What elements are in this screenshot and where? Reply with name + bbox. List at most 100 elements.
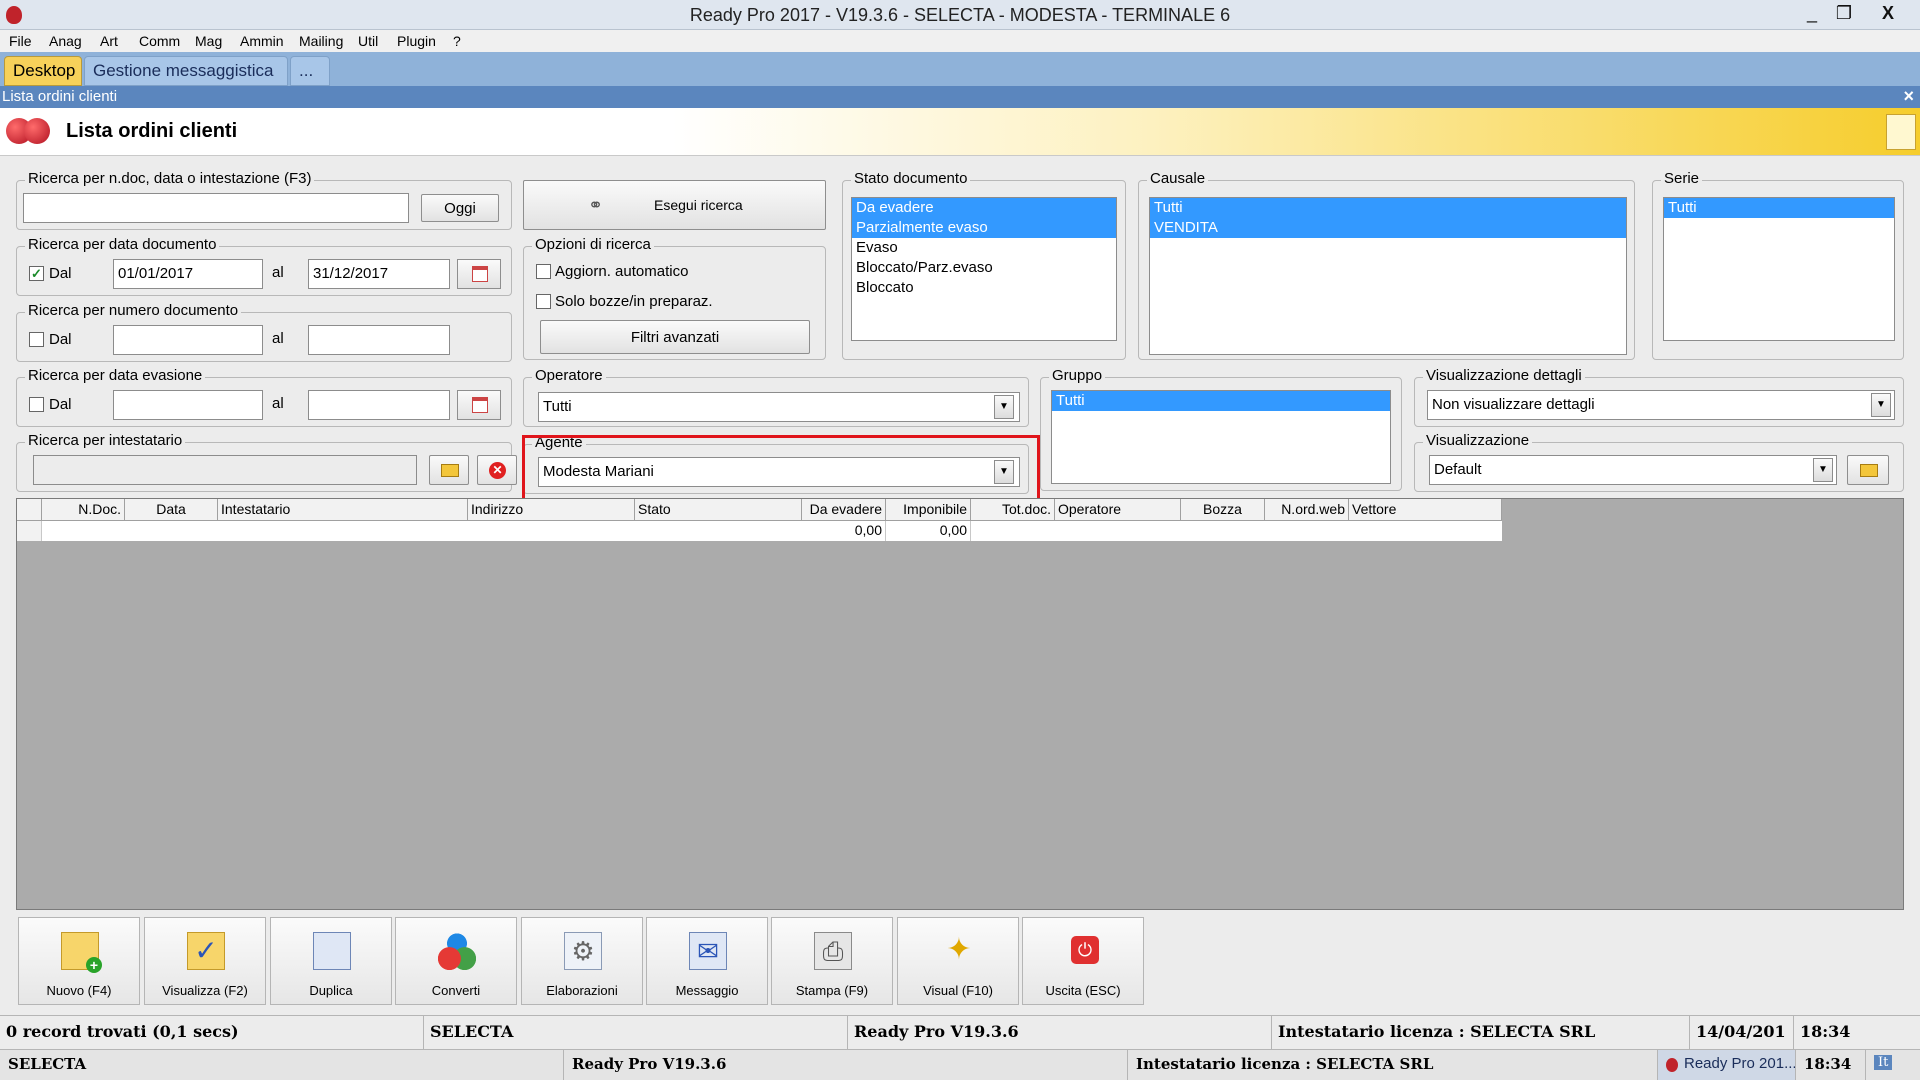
search-text-input[interactable] [23, 193, 409, 223]
taskbar-company: SELECTA [0, 1050, 564, 1080]
operatore-select[interactable]: Tutti [538, 392, 1020, 422]
list-item[interactable]: Tutti [1150, 198, 1626, 218]
messaggio-button[interactable]: ✉ Messaggio [646, 917, 768, 1005]
evasion-from-input[interactable] [113, 390, 263, 420]
search-text-group: Ricerca per n.doc, data o intestazione (… [16, 170, 512, 230]
total-imponibile: 0,00 [886, 521, 971, 541]
column-header[interactable]: Operatore [1055, 499, 1181, 521]
auto-update-checkbox[interactable] [536, 264, 551, 279]
causale-group: Causale Tutti VENDITA [1138, 170, 1635, 360]
evasion-to-input[interactable] [308, 390, 450, 420]
date-calendar-button[interactable] [457, 259, 501, 289]
menu-comm[interactable]: Comm [139, 33, 180, 49]
tab-more[interactable]: ... [290, 56, 330, 86]
date-dal-checkbox[interactable]: ✓ [29, 266, 44, 281]
menu-plugin[interactable]: Plugin [397, 33, 436, 49]
tab-gestione-messaggistica[interactable]: Gestione messaggistica [84, 56, 288, 86]
list-item[interactable]: VENDITA [1150, 218, 1626, 238]
chevron-down-icon[interactable]: ▼ [1871, 393, 1891, 417]
date-dal-label: Dal [49, 265, 72, 282]
visual-button[interactable]: ✦ Visual (F10) [897, 917, 1019, 1005]
subwindow-close-button[interactable]: × [1903, 86, 1914, 107]
menu-file[interactable]: File [9, 33, 32, 49]
nuovo-label: Nuovo (F4) [46, 983, 112, 998]
column-header[interactable]: Tot.doc. [971, 499, 1055, 521]
evasion-dal-label: Dal [49, 396, 72, 413]
vis-dettagli-select[interactable]: Non visualizzare dettagli [1427, 390, 1895, 420]
search-number-legend: Ricerca per numero documento [25, 302, 242, 319]
number-dal-checkbox[interactable] [29, 332, 44, 347]
search-date-group: Ricerca per data documento ✓ Dal 01/01/2… [16, 236, 512, 296]
list-item[interactable]: Da evadere [852, 198, 1116, 218]
column-header[interactable]: N.Doc. [42, 499, 125, 521]
advanced-filters-button[interactable]: Filtri avanzati [540, 320, 810, 354]
close-window-button[interactable]: X [1866, 0, 1910, 26]
duplica-button[interactable]: Duplica [270, 917, 392, 1005]
restore-button[interactable]: ❐ [1822, 0, 1866, 26]
column-header[interactable]: Da evadere [802, 499, 886, 521]
nuovo-button[interactable]: + Nuovo (F4) [18, 917, 140, 1005]
menu-help[interactable]: ? [453, 33, 461, 49]
evasion-dal-checkbox[interactable] [29, 397, 44, 412]
column-header[interactable]: Stato [635, 499, 802, 521]
chevron-down-icon[interactable]: ▼ [1813, 458, 1833, 482]
column-header[interactable]: Vettore [1349, 499, 1502, 521]
uscita-button[interactable]: ⏻ Uscita (ESC) [1022, 917, 1144, 1005]
column-header[interactable]: Data [125, 499, 218, 521]
menu-art[interactable]: Art [100, 33, 118, 49]
column-header[interactable]: Imponibile [886, 499, 971, 521]
holder-clear-button[interactable]: ✕ [477, 455, 517, 485]
company-status: SELECTA [424, 1016, 848, 1049]
oggi-button[interactable]: Oggi [421, 194, 499, 222]
column-header[interactable]: N.ord.web [1265, 499, 1349, 521]
menu-ammin[interactable]: Ammin [240, 33, 284, 49]
taskbar-ready-pro[interactable]: Ready Pro 201... [1658, 1050, 1796, 1080]
elaborazioni-button[interactable]: ⚙ Elaborazioni [521, 917, 643, 1005]
column-header[interactable]: Indirizzo [468, 499, 635, 521]
page-header: Lista ordini clienti [0, 108, 1920, 156]
report-icon[interactable] [1886, 114, 1916, 150]
list-item[interactable]: Tutti [1664, 198, 1894, 218]
visualizzazione-folder-button[interactable] [1847, 455, 1889, 485]
tab-desktop[interactable]: Desktop [4, 56, 82, 86]
gruppo-list[interactable]: Tutti [1051, 390, 1391, 484]
visualizza-button[interactable]: ✓ Visualizza (F2) [144, 917, 266, 1005]
date-from-input[interactable]: 01/01/2017 [113, 259, 263, 289]
menu-mag[interactable]: Mag [195, 33, 222, 49]
evasion-calendar-button[interactable] [457, 390, 501, 420]
list-item[interactable]: Evaso [852, 238, 1116, 258]
taskbar-lang[interactable]: It [1866, 1050, 1920, 1080]
app-logo-icon [1666, 1058, 1678, 1072]
list-item[interactable]: Bloccato [852, 278, 1116, 298]
menu-util[interactable]: Util [358, 33, 378, 49]
menu-mailing[interactable]: Mailing [299, 33, 343, 49]
stato-documento-group: Stato documento Da evadere Parzialmente … [842, 170, 1126, 360]
drafts-only-label: Solo bozze/in preparaz. [555, 293, 713, 310]
holder-input[interactable] [33, 455, 417, 485]
column-header[interactable]: Intestatario [218, 499, 468, 521]
visualizzazione-select[interactable]: Default [1429, 455, 1837, 485]
number-to-input[interactable] [308, 325, 450, 355]
execute-search-button[interactable]: ⚭ Esegui ricerca [523, 180, 826, 230]
serie-list[interactable]: Tutti [1663, 197, 1895, 341]
column-header[interactable]: Bozza [1181, 499, 1265, 521]
number-from-input[interactable] [113, 325, 263, 355]
date-to-input[interactable]: 31/12/2017 [308, 259, 450, 289]
stampa-button[interactable]: ⎙ Stampa (F9) [771, 917, 893, 1005]
list-item[interactable]: Parzialmente evaso [852, 218, 1116, 238]
chevron-down-icon[interactable]: ▼ [994, 395, 1014, 419]
converti-button[interactable]: Converti [395, 917, 517, 1005]
list-item[interactable]: Tutti [1052, 391, 1390, 411]
message-icon: ✉ [689, 932, 727, 970]
records-status: 0 record trovati (0,1 secs) [0, 1016, 424, 1049]
stato-documento-list[interactable]: Da evadere Parzialmente evaso Evaso Bloc… [851, 197, 1117, 341]
menu-anag[interactable]: Anag [49, 33, 82, 49]
date-status: 14/04/201 [1690, 1016, 1794, 1049]
list-item[interactable]: Bloccato/Parz.evaso [852, 258, 1116, 278]
orders-grid[interactable]: N.Doc. Data Intestatario Indirizzo Stato… [17, 499, 1502, 541]
causale-list[interactable]: Tutti VENDITA [1149, 197, 1627, 355]
converti-label: Converti [431, 983, 481, 998]
drafts-only-checkbox[interactable] [536, 294, 551, 309]
elaborazioni-label: Elaborazioni [546, 983, 618, 998]
holder-folder-button[interactable] [429, 455, 469, 485]
